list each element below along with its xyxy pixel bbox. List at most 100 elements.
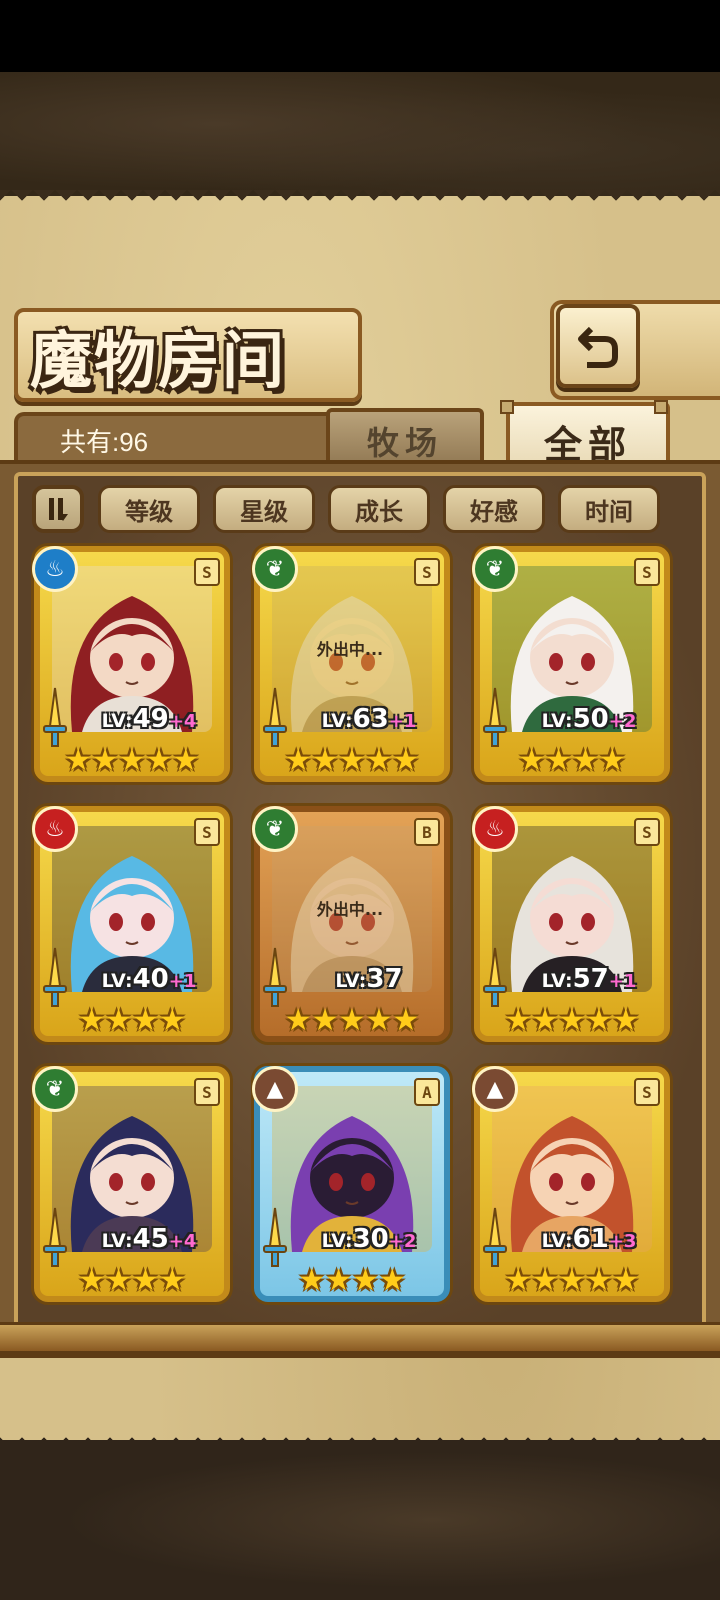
level-bonus: +1 (608, 971, 637, 992)
page-title: 魔物房间 (30, 324, 287, 397)
level-label: LV: (541, 970, 573, 992)
monster-card[interactable]: S ♨ LV:40+1 ★ ★ ★ ★ (32, 806, 230, 1042)
monster-card[interactable]: 外出中... S ❦ LV:63+1 ★ ★ ★ ★ ★ (252, 546, 450, 782)
monster-level: LV:57+1 (514, 964, 664, 994)
monster-card[interactable]: S ♨ LV:49+4 ★ ★ ★ ★ ★ (32, 546, 230, 782)
monster-card[interactable]: S ❦ LV:45+4 ★ ★ ★ ★ (32, 1066, 230, 1302)
back-button[interactable] (556, 304, 640, 388)
level-value: 45 (132, 1224, 169, 1254)
earth-element-icon: ▲ (252, 1066, 298, 1112)
star-icon: ★ (284, 1003, 312, 1038)
star-rating: ★ ★ ★ ★ ★ (58, 744, 206, 778)
level-bonus: +1 (168, 971, 197, 992)
star-icon: ★ (572, 743, 599, 778)
star-rating: ★ ★ ★ ★ (58, 1264, 206, 1298)
level-value: 50 (572, 704, 609, 734)
fire-element-icon: ♨ (472, 806, 518, 852)
sort-by-stars-button[interactable]: 星级 (213, 485, 315, 533)
star-icon: ★ (284, 743, 312, 778)
level-value: 49 (132, 704, 169, 734)
weapon-icon (42, 686, 68, 750)
star-rating: ★ ★ ★ ★ ★ (278, 1004, 426, 1038)
level-value: 30 (352, 1224, 389, 1254)
tab-corner-ornament (500, 400, 514, 414)
level-label: LV: (335, 970, 367, 992)
level-value: 37 (366, 964, 403, 994)
level-label: LV: (321, 710, 353, 732)
sort-by-growth-button[interactable]: 成长 (328, 485, 430, 533)
star-icon: ★ (598, 743, 626, 778)
star-icon: ★ (545, 743, 572, 778)
away-status-label: 外出中... (316, 640, 384, 659)
star-icon: ★ (518, 743, 546, 778)
star-icon: ★ (365, 1003, 393, 1038)
wood-element-icon: ❦ (252, 806, 298, 852)
sort-by-affection-button[interactable]: 好感 (443, 485, 545, 533)
star-rating: ★ ★ ★ ★ ★ (278, 744, 426, 778)
monster-card[interactable]: S ♨ LV:57+1 ★ ★ ★ ★ ★ (472, 806, 670, 1042)
monster-card[interactable]: S ❦ LV:50+2 ★ ★ ★ ★ (472, 546, 670, 782)
weapon-icon (482, 686, 508, 750)
star-icon: ★ (558, 1003, 586, 1038)
level-bonus: +3 (608, 1231, 637, 1252)
weapon-icon (42, 946, 68, 1010)
star-icon: ★ (311, 1003, 339, 1038)
sort-order-toggle[interactable] (32, 485, 84, 533)
wood-element-icon: ❦ (472, 546, 518, 592)
star-icon: ★ (558, 1263, 586, 1298)
grade-badge: A (414, 1078, 440, 1106)
star-icon: ★ (338, 743, 366, 778)
top-background (0, 72, 720, 202)
star-icon: ★ (392, 743, 420, 778)
grade-badge: S (194, 558, 220, 586)
weapon-icon (262, 686, 288, 750)
star-icon: ★ (118, 743, 146, 778)
star-icon: ★ (585, 1263, 613, 1298)
star-icon: ★ (612, 1003, 640, 1038)
sort-order-icon (49, 498, 68, 521)
star-icon: ★ (531, 1003, 559, 1038)
star-icon: ★ (298, 1263, 326, 1298)
weapon-icon (482, 1206, 508, 1270)
star-icon: ★ (378, 1263, 406, 1298)
monster-card[interactable]: 外出中... B ❦ LV:37 ★ ★ ★ ★ ★ (252, 806, 450, 1042)
star-icon: ★ (158, 1003, 186, 1038)
water-element-icon: ♨ (32, 546, 78, 592)
star-rating: ★ ★ ★ ★ ★ (498, 1264, 646, 1298)
back-arrow-icon (578, 326, 618, 368)
parchment-top-edge (0, 190, 720, 212)
status-bar (0, 0, 720, 72)
sort-by-time-button[interactable]: 时间 (558, 485, 660, 533)
away-status-label: 外出中... (316, 900, 384, 919)
level-label: LV: (101, 970, 133, 992)
level-value: 57 (572, 964, 609, 994)
monster-card[interactable]: S ▲ LV:61+3 ★ ★ ★ ★ ★ (472, 1066, 670, 1302)
star-icon: ★ (585, 1003, 613, 1038)
wood-element-icon: ❦ (32, 1066, 78, 1112)
star-icon: ★ (78, 1263, 106, 1298)
earth-element-icon: ▲ (472, 1066, 518, 1112)
star-rating: ★ ★ ★ ★ (278, 1264, 426, 1298)
sort-by-level-button[interactable]: 等级 (98, 485, 200, 533)
star-icon: ★ (91, 743, 119, 778)
monster-count: 共有:96 (60, 427, 149, 457)
star-icon: ★ (352, 1263, 379, 1298)
level-bonus: +4 (168, 711, 197, 732)
fire-element-icon: ♨ (32, 806, 78, 852)
level-label: LV: (101, 1230, 133, 1252)
star-icon: ★ (612, 1263, 640, 1298)
monster-level: LV:45+4 (74, 1224, 224, 1254)
level-value: 40 (132, 964, 169, 994)
grade-badge: S (634, 558, 660, 586)
star-icon: ★ (392, 1003, 420, 1038)
grade-badge: S (634, 1078, 660, 1106)
monster-card[interactable]: A ▲ LV:30+2 ★ ★ ★ ★ (252, 1066, 450, 1302)
level-label: LV: (541, 710, 573, 732)
star-icon: ★ (365, 743, 393, 778)
level-label: LV: (101, 710, 133, 732)
star-icon: ★ (338, 1003, 366, 1038)
star-icon: ★ (64, 743, 92, 778)
level-bonus: +1 (388, 711, 417, 732)
star-rating: ★ ★ ★ ★ (498, 744, 646, 778)
grade-badge: S (194, 1078, 220, 1106)
